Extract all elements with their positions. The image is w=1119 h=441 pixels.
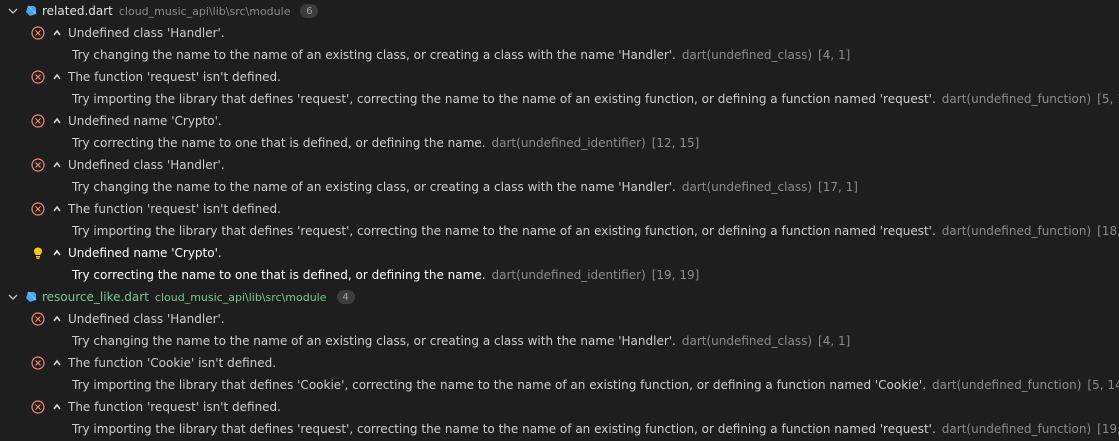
file-row-related[interactable]: related.dart cloud_music_api\lib\src\mod… [0,0,1119,22]
problem-row[interactable]: The function 'Cookie' isn't defined. [0,352,1119,374]
chevron-up-icon[interactable] [50,202,64,216]
chevron-up-icon[interactable] [50,70,64,84]
problem-detail: Try changing the name to the name of an … [72,334,676,348]
problem-row[interactable]: The function 'request' isn't defined. [0,198,1119,220]
problem-message: The function 'request' isn't defined. [68,202,281,216]
problem-code: dart(undefined_function) [941,224,1092,238]
problem-code: dart(undefined_identifier) [491,268,646,282]
problem-code: dart(undefined_function) [932,378,1082,392]
lightbulb-icon[interactable] [30,245,46,261]
problem-detail-row[interactable]: Try importing the library that defines '… [0,88,1119,110]
problem-count-badge: 6 [300,4,319,18]
problem-detail: Try changing the name to the name of an … [72,180,676,194]
chevron-up-icon[interactable] [50,246,64,260]
problem-detail-row[interactable]: Try correcting the name to one that is d… [0,264,1119,286]
chevron-down-icon[interactable] [6,4,20,18]
problem-position: [12, 15] [651,136,700,150]
problem-message: Undefined name 'Crypto'. [68,114,222,128]
problem-position: [19, 19] [651,268,700,282]
problem-detail: Try correcting the name to one that is d… [72,136,486,150]
problem-detail-row[interactable]: Try importing the library that defines '… [0,418,1119,440]
problem-count-badge: 4 [336,290,355,304]
problem-row[interactable]: The function 'request' isn't defined. [0,66,1119,88]
chevron-up-icon[interactable] [50,356,64,370]
problem-code: dart(undefined_class) [681,180,813,194]
problem-detail: Try importing the library that defines '… [72,92,936,106]
chevron-down-icon[interactable] [6,290,20,304]
problem-detail: Try changing the name to the name of an … [72,48,676,62]
problem-detail-row[interactable]: Try importing the library that defines '… [0,374,1119,396]
error-icon [30,399,46,415]
error-icon [30,201,46,217]
problem-message: Undefined name 'Crypto'. [68,246,222,260]
problem-position: [18, 10] [1097,224,1119,238]
problem-detail-row[interactable]: Try changing the name to the name of an … [0,176,1119,198]
problem-position: [19, 10] [1097,422,1119,436]
error-icon [30,25,46,41]
problem-row[interactable]: Undefined class 'Handler'. [0,22,1119,44]
file-path: cloud_music_api\lib\src\module [118,4,291,18]
problem-position: [4, 1] [818,48,851,62]
error-icon [30,311,46,327]
problem-position: [5, 10] [1097,92,1119,106]
problem-code: dart(undefined_function) [941,422,1092,436]
problem-position: [5, 14] [1087,378,1119,392]
problem-detail-row[interactable]: Try correcting the name to one that is d… [0,132,1119,154]
problem-message: The function 'Cookie' isn't defined. [68,356,277,370]
file-row-resource-like[interactable]: resource_like.dart cloud_music_api\lib\s… [0,286,1119,308]
dart-file-icon [24,4,38,18]
error-icon [30,113,46,129]
file-name: resource_like.dart [42,290,149,304]
problem-message: The function 'request' isn't defined. [68,400,281,414]
problem-row[interactable]: The function 'request' isn't defined. [0,396,1119,418]
problem-row[interactable]: Undefined name 'Crypto'. [0,242,1119,264]
dart-file-icon [24,290,38,304]
problem-code: dart(undefined_class) [681,48,813,62]
problem-detail-row[interactable]: Try changing the name to the name of an … [0,330,1119,352]
problem-row[interactable]: Undefined class 'Handler'. [0,308,1119,330]
chevron-up-icon[interactable] [50,312,64,326]
chevron-up-icon[interactable] [50,114,64,128]
problem-detail-row[interactable]: Try importing the library that defines '… [0,220,1119,242]
chevron-up-icon[interactable] [50,158,64,172]
chevron-up-icon[interactable] [50,400,64,414]
problems-panel: related.dart cloud_music_api\lib\src\mod… [0,0,1119,441]
problem-row[interactable]: Undefined class 'Handler'. [0,154,1119,176]
problem-code: dart(undefined_identifier) [491,136,646,150]
error-icon [30,69,46,85]
problem-detail: Try importing the library that defines '… [72,224,936,238]
problem-detail-row[interactable]: Try changing the name to the name of an … [0,44,1119,66]
problem-message: Undefined class 'Handler'. [68,312,225,326]
problem-message: The function 'request' isn't defined. [68,70,281,84]
problem-message: Undefined class 'Handler'. [68,158,225,172]
error-icon [30,355,46,371]
problem-detail: Try importing the library that defines '… [72,422,936,436]
problem-detail: Try correcting the name to one that is d… [72,268,486,282]
problem-position: [17, 1] [818,180,858,194]
problem-detail: Try importing the library that defines '… [72,378,927,392]
chevron-up-icon[interactable] [50,26,64,40]
problem-message: Undefined class 'Handler'. [68,26,225,40]
problem-code: dart(undefined_function) [941,92,1092,106]
file-name: related.dart [42,4,113,18]
problem-code: dart(undefined_class) [681,334,813,348]
problem-position: [4, 1] [818,334,851,348]
error-icon [30,157,46,173]
file-path: cloud_music_api\lib\src\module [154,290,327,304]
problem-row[interactable]: Undefined name 'Crypto'. [0,110,1119,132]
